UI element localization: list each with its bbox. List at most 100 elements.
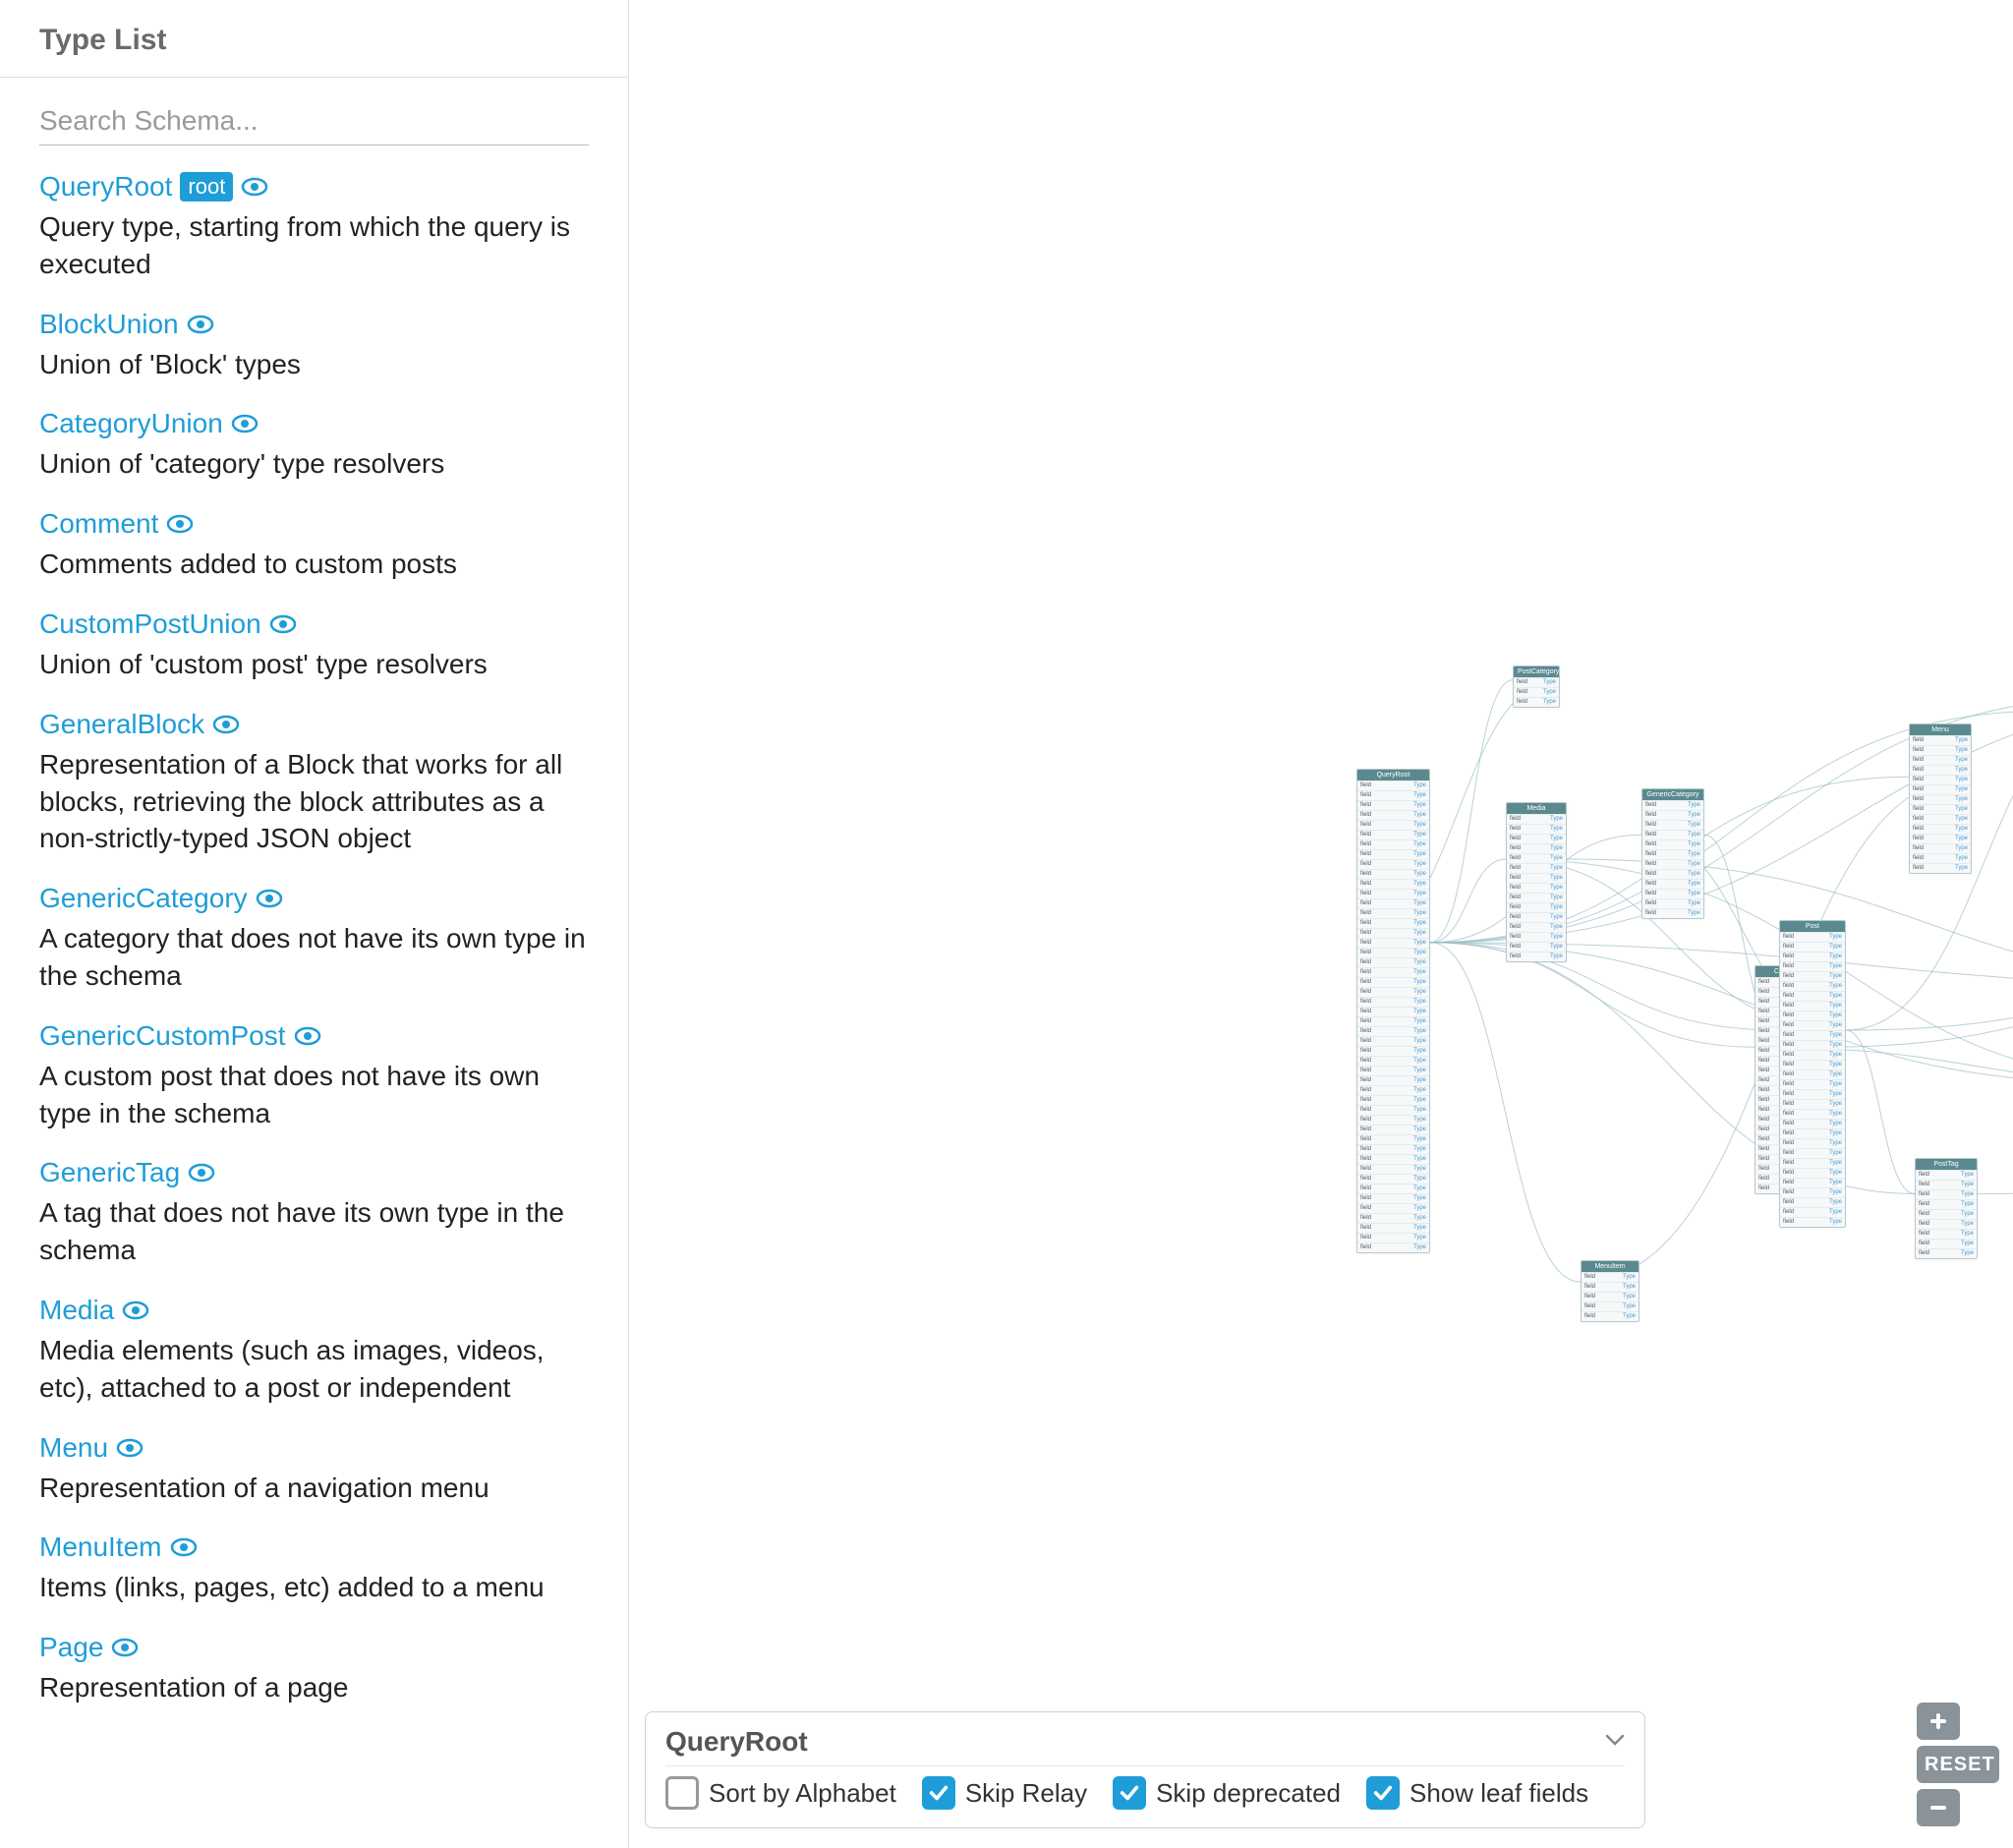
graph-node-field: fieldType <box>1780 1040 1845 1050</box>
graph-node-field: fieldType <box>1780 1089 1845 1099</box>
graph-node-field: fieldType <box>1642 800 1703 810</box>
checkbox-checked-icon[interactable] <box>1366 1776 1400 1810</box>
eye-icon[interactable] <box>188 1163 215 1183</box>
type-description: Items (links, pages, etc) added to a men… <box>39 1569 589 1606</box>
type-link[interactable]: GenericCategory <box>39 883 248 914</box>
type-link[interactable]: GenericCustomPost <box>39 1020 286 1052</box>
type-link[interactable]: QueryRoot <box>39 171 172 202</box>
graph-node-field: fieldType <box>1780 1099 1845 1109</box>
eye-icon[interactable] <box>111 1638 139 1657</box>
eye-icon[interactable] <box>231 414 259 433</box>
option-checkbox[interactable]: Show leaf fields <box>1366 1776 1588 1810</box>
eye-icon[interactable] <box>256 889 283 908</box>
eye-icon[interactable] <box>116 1438 144 1458</box>
graph-node-field: fieldType <box>1910 735 1971 745</box>
graph-node[interactable]: MenuItemfieldTypefieldTypefieldTypefield… <box>1581 1260 1639 1322</box>
graph-node-field: fieldType <box>1642 879 1703 889</box>
type-link[interactable]: CustomPostUnion <box>39 608 261 640</box>
type-description: Union of 'custom post' type resolvers <box>39 646 589 683</box>
graph-node-field: fieldType <box>1514 697 1559 707</box>
graph-node-field: fieldType <box>1507 853 1566 863</box>
graph-node[interactable]: GenericCategoryfieldTypefieldTypefieldTy… <box>1641 788 1704 919</box>
type-link[interactable]: Comment <box>39 508 158 540</box>
graph-node[interactable]: MediafieldTypefieldTypefieldTypefieldTyp… <box>1506 802 1567 962</box>
graph-node-field: fieldType <box>1642 908 1703 918</box>
type-link[interactable]: BlockUnion <box>39 309 179 340</box>
graph-node-field: fieldType <box>1357 889 1429 898</box>
type-list[interactable]: QueryRootrootQuery type, starting from w… <box>0 153 628 1848</box>
graph-node-field: fieldType <box>1642 830 1703 839</box>
graph-node-field: fieldType <box>1357 918 1429 928</box>
reset-button[interactable]: RESET <box>1917 1746 1999 1783</box>
graph-node-field: fieldType <box>1582 1282 1639 1292</box>
zoom-in-button[interactable] <box>1917 1703 1960 1740</box>
type-item-head: GeneralBlock <box>39 709 589 740</box>
eye-icon[interactable] <box>269 614 297 634</box>
graph-node-title: PostCategory <box>1514 666 1559 677</box>
graph-node-field: fieldType <box>1357 1223 1429 1233</box>
graph-node-field: fieldType <box>1780 932 1845 942</box>
type-link[interactable]: Media <box>39 1295 114 1326</box>
graph-node[interactable]: MenufieldTypefieldTypefieldTypefieldType… <box>1909 723 1972 874</box>
checkbox-checked-icon[interactable] <box>922 1776 955 1810</box>
graph-node[interactable]: PostfieldTypefieldTypefieldTypefieldType… <box>1779 920 1846 1228</box>
panel-title: QueryRoot <box>665 1726 808 1758</box>
option-label: Show leaf fields <box>1409 1778 1588 1809</box>
type-link[interactable]: Page <box>39 1632 103 1663</box>
eye-icon[interactable] <box>122 1300 149 1320</box>
graph-node-field: fieldType <box>1357 1154 1429 1164</box>
checkbox-checked-icon[interactable] <box>1113 1776 1146 1810</box>
type-link[interactable]: CategoryUnion <box>39 408 223 439</box>
graph-node-field: fieldType <box>1357 830 1429 839</box>
graph-node-field: fieldType <box>1780 1128 1845 1138</box>
search-input[interactable] <box>39 97 589 145</box>
graph-node[interactable]: QueryRootfieldTypefieldTypefieldTypefiel… <box>1356 769 1430 1253</box>
graph-canvas[interactable]: QueryRootfieldTypefieldTypefieldTypefiel… <box>629 0 2013 1848</box>
option-checkbox[interactable]: Sort by Alphabet <box>665 1776 896 1810</box>
type-link[interactable]: GenericTag <box>39 1157 180 1188</box>
type-link[interactable]: MenuItem <box>39 1531 162 1563</box>
eye-icon[interactable] <box>170 1537 198 1557</box>
type-item-head: GenericTag <box>39 1157 589 1188</box>
type-link[interactable]: Menu <box>39 1432 108 1464</box>
graph-node-field: fieldType <box>1357 800 1429 810</box>
graph-node[interactable]: PostCategoryfieldTypefieldTypefieldType <box>1513 665 1560 708</box>
graph-node-field: fieldType <box>1507 834 1566 843</box>
eye-icon[interactable] <box>241 177 268 197</box>
graph-node-field: fieldType <box>1507 952 1566 961</box>
eye-icon[interactable] <box>187 315 214 334</box>
graph-node-field: fieldType <box>1357 1085 1429 1095</box>
option-checkbox[interactable]: Skip deprecated <box>1113 1776 1341 1810</box>
graph-node-field: fieldType <box>1642 889 1703 898</box>
eye-icon[interactable] <box>294 1026 321 1046</box>
graph-node-field: fieldType <box>1780 1050 1845 1060</box>
type-item: GenericCategoryA category that does not … <box>39 883 589 995</box>
options-panel-toggle[interactable]: QueryRoot <box>665 1726 1625 1766</box>
graph-node-field: fieldType <box>1780 1011 1845 1020</box>
graph-node-field: fieldType <box>1910 784 1971 794</box>
graph-node-field: fieldType <box>1582 1272 1639 1282</box>
graph-edge <box>1978 1192 2013 1194</box>
graph-node-field: fieldType <box>1780 991 1845 1001</box>
type-item-head: BlockUnion <box>39 309 589 340</box>
graph-node-field: fieldType <box>1357 967 1429 977</box>
zoom-out-button[interactable] <box>1917 1789 1960 1826</box>
type-item: CommentComments added to custom posts <box>39 508 589 583</box>
checkbox-unchecked-icon[interactable] <box>665 1776 699 1810</box>
type-item: MenuRepresentation of a navigation menu <box>39 1432 589 1507</box>
graph-node-field: fieldType <box>1780 1119 1845 1128</box>
eye-icon[interactable] <box>212 715 240 734</box>
graph-node-field: fieldType <box>1357 1075 1429 1085</box>
type-link[interactable]: GeneralBlock <box>39 709 204 740</box>
eye-icon[interactable] <box>166 514 194 534</box>
graph-node-field: fieldType <box>1916 1239 1977 1248</box>
graph-node[interactable]: PostTagfieldTypefieldTypefieldTypefieldT… <box>1915 1158 1978 1259</box>
graph-node-field: fieldType <box>1357 839 1429 849</box>
graph-node-title: Post <box>1780 921 1845 932</box>
graph-node-field: fieldType <box>1916 1219 1977 1229</box>
option-checkbox[interactable]: Skip Relay <box>922 1776 1087 1810</box>
type-item-head: MenuItem <box>39 1531 589 1563</box>
graph-node-title: QueryRoot <box>1357 770 1429 780</box>
graph-node-title: PostTag <box>1916 1159 1977 1170</box>
graph-node-field: fieldType <box>1357 1134 1429 1144</box>
